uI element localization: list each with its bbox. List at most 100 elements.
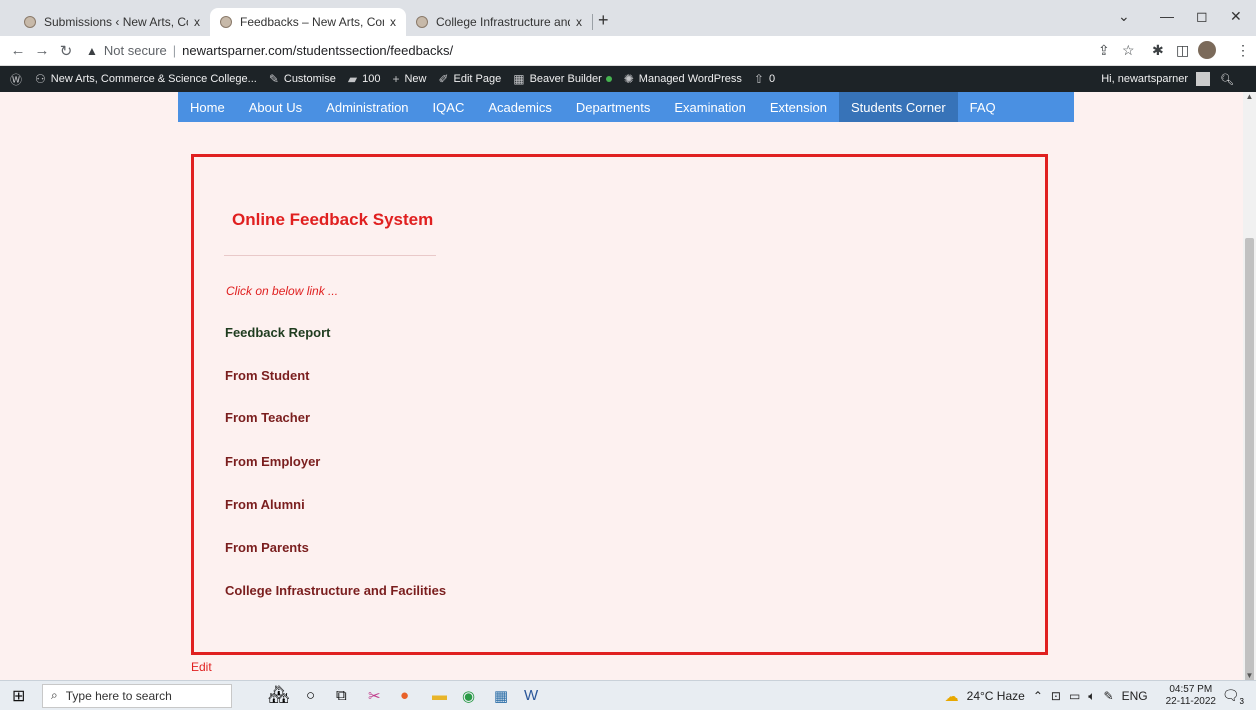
close-icon[interactable]: x <box>194 15 200 29</box>
minimize-icon[interactable]: — <box>1160 8 1174 24</box>
admin-customise[interactable]: ✎ Customise <box>269 72 336 86</box>
close-icon[interactable]: x <box>390 15 396 29</box>
comment-icon: ▰ <box>347 72 358 86</box>
link-from-student[interactable]: From Student <box>225 368 310 383</box>
maximize-icon[interactable]: ◻ <box>1196 8 1208 25</box>
reload-icon[interactable]: ↻ <box>54 42 78 60</box>
tab-title: Submissions ‹ New Arts, Comme <box>44 15 188 29</box>
city-scene-icon[interactable]: 🏘︎ <box>268 685 290 705</box>
link-feedback-report[interactable]: Feedback Report <box>225 325 330 340</box>
browser-menu-icon[interactable]: ⋮ <box>1236 42 1250 59</box>
close-icon[interactable]: x <box>576 15 582 29</box>
notification-icon[interactable]: 🗨︎3 <box>1222 687 1244 706</box>
url-text[interactable]: newartsparner.com/studentssection/feedba… <box>182 43 453 58</box>
scroll-up-icon[interactable]: ▲ <box>1243 92 1256 101</box>
search-placeholder: Type here to search <box>65 688 172 703</box>
wp-admin-bar: Ⓦ ⚇ New Arts, Commerce & Science College.… <box>0 66 1256 92</box>
nav-students-corner[interactable]: Students Corner <box>838 92 958 122</box>
chrome-icon[interactable]: ◉ <box>462 687 475 705</box>
extensions-puzzle-icon[interactable]: ✱ <box>1152 42 1164 59</box>
updates-icon: ⇧ <box>753 72 764 86</box>
calculator-icon[interactable]: ▦ <box>494 687 508 705</box>
profile-avatar[interactable] <box>1198 41 1216 62</box>
nav-iqac[interactable]: IQAC <box>421 92 477 122</box>
search-icon: ⌕ <box>51 688 58 702</box>
managed-wp-label: Managed WordPress <box>638 73 742 85</box>
scroll-down-icon[interactable]: ▼ <box>1243 671 1256 680</box>
brush-icon: ✎ <box>268 72 279 86</box>
windows-taskbar: ⊞ ⌕ Type here to search 🏘︎ ○ ⧉ ✂ ● ▬ ◉ ▦… <box>0 680 1256 710</box>
bookmark-star-icon[interactable]: ☆ <box>1122 42 1135 59</box>
new-tab-button[interactable]: + <box>598 10 609 31</box>
tab-feedbacks[interactable]: Feedbacks – New Arts, Commerc x <box>210 8 406 36</box>
admin-greeting[interactable]: Hi, newartsparner <box>1101 73 1188 85</box>
nav-academics[interactable]: Academics <box>476 92 564 122</box>
firefox-icon[interactable]: ● <box>400 687 409 704</box>
updates-count: 0 <box>768 73 776 85</box>
plus-icon: + <box>392 72 400 86</box>
browser-tab-strip: Submissions ‹ New Arts, Comme x Feedback… <box>0 0 1256 36</box>
url-separator: | <box>172 43 177 58</box>
network-icon[interactable]: ⊡ <box>1051 689 1061 703</box>
file-explorer-icon[interactable]: ▬ <box>432 687 447 704</box>
site-favicon-icon <box>24 16 36 28</box>
link-from-teacher[interactable]: From Teacher <box>225 410 310 425</box>
nav-faq[interactable]: FAQ <box>958 92 1008 122</box>
address-bar: ← → ↻ ▲ Not secure | newartsparner.com/s… <box>0 36 1256 66</box>
nav-extension[interactable]: Extension <box>758 92 839 122</box>
omnibox[interactable]: ▲ Not secure | newartsparner.com/student… <box>86 43 453 58</box>
tab-submissions[interactable]: Submissions ‹ New Arts, Comme x <box>14 8 210 36</box>
admin-site-name[interactable]: ⚇ New Arts, Commerce & Science College... <box>35 72 257 86</box>
clock[interactable]: 04:57 PM 22-11-2022 <box>1158 684 1216 708</box>
admin-new[interactable]: + New <box>392 72 426 86</box>
weather-text[interactable]: 24°C Haze <box>967 689 1025 703</box>
side-panel-icon[interactable]: ◫ <box>1176 42 1189 59</box>
volume-icon[interactable]: 🔈︎ <box>1088 689 1095 704</box>
search-icon[interactable]: 🔍︎ <box>1220 73 1234 86</box>
share-icon[interactable]: ⇪ <box>1098 42 1110 59</box>
word-icon[interactable]: W <box>524 687 538 704</box>
link-from-alumni[interactable]: From Alumni <box>225 497 305 512</box>
back-icon[interactable]: ← <box>6 42 30 59</box>
cortana-icon[interactable]: ○ <box>306 687 315 704</box>
nav-about-us[interactable]: About Us <box>237 92 314 122</box>
window-close-icon[interactable]: ✕ <box>1230 8 1242 25</box>
admin-managed-wp[interactable]: ✺ Managed WordPress <box>624 72 742 86</box>
admin-comments[interactable]: ▰ 100 <box>348 72 381 86</box>
user-avatar[interactable] <box>1196 72 1211 86</box>
site-name-label: New Arts, Commerce & Science College... <box>50 73 257 85</box>
battery-icon[interactable]: ▭ <box>1069 689 1080 703</box>
edit-link[interactable]: Edit <box>191 660 212 674</box>
comments-count: 100 <box>362 73 381 85</box>
tab-title: Feedbacks – New Arts, Commerc <box>240 15 384 29</box>
wordpress-logo-icon[interactable]: Ⓦ <box>10 71 27 88</box>
forward-icon[interactable]: → <box>30 42 54 59</box>
nav-home[interactable]: Home <box>178 92 237 122</box>
task-view-icon[interactable]: ⧉ <box>336 687 347 704</box>
tab-search-icon[interactable]: ⌄ <box>1118 8 1130 25</box>
nav-administration[interactable]: Administration <box>314 92 420 122</box>
notification-count: 3 <box>1239 696 1244 706</box>
pen-icon[interactable]: ✎ <box>1104 689 1114 703</box>
page-scrollbar[interactable]: ▲ ▼ <box>1243 92 1256 700</box>
chevron-up-icon[interactable]: ⌃ <box>1033 689 1043 703</box>
link-from-parents[interactable]: From Parents <box>225 540 309 555</box>
snipping-tool-icon[interactable]: ✂ <box>368 687 381 705</box>
windows-start-icon[interactable]: ⊞ <box>12 686 32 706</box>
feedback-content-box: Online Feedback System Click on below li… <box>191 154 1048 655</box>
taskbar-search-input[interactable]: ⌕ Type here to search <box>42 683 232 708</box>
new-label: New <box>404 73 427 85</box>
link-college-infrastructure[interactable]: College Infrastructure and Facilities <box>225 583 446 598</box>
admin-updates[interactable]: ⇧ 0 <box>754 72 775 86</box>
security-label: Not secure <box>103 43 167 58</box>
link-from-employer[interactable]: From Employer <box>225 454 320 469</box>
admin-beaver-builder[interactable]: ▦ Beaver Builder <box>513 72 612 86</box>
admin-user-area: Hi, newartsparner 🔍︎ <box>1101 66 1234 92</box>
scroll-thumb[interactable] <box>1245 238 1254 700</box>
language-indicator[interactable]: ENG <box>1122 689 1148 703</box>
nav-examination[interactable]: Examination <box>662 92 758 122</box>
tab-college-infrastructure[interactable]: College Infrastructure and Facilit x <box>406 8 592 36</box>
admin-edit-page[interactable]: ✐ Edit Page <box>438 72 501 86</box>
nav-departments[interactable]: Departments <box>564 92 662 122</box>
site-favicon-icon <box>416 16 428 28</box>
